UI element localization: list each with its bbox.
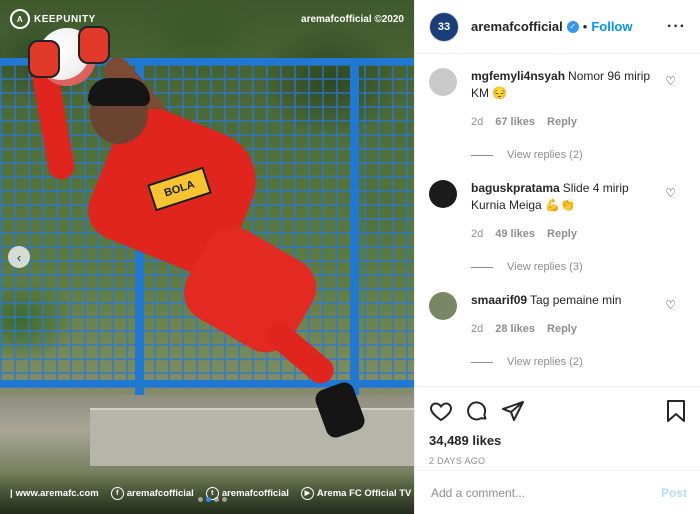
facebook-icon: f [110, 486, 124, 500]
view-replies[interactable]: View replies (2) [471, 147, 661, 164]
comment-likes[interactable]: 67 likes [495, 114, 535, 131]
replies-line [471, 155, 493, 156]
likes-count[interactable]: 34,489 likes [429, 433, 687, 448]
replies-line [471, 362, 493, 363]
photo-top-overlay: A KEEPUNITY aremafcofficial ©2020 [0, 0, 414, 38]
comment-bubble-icon[interactable] [465, 399, 489, 423]
heart-icon[interactable]: ♡ [665, 186, 676, 200]
comment-time[interactable]: 2d [471, 321, 483, 338]
facebook-label: aremafcofficial [126, 487, 194, 499]
more-horizontal-icon[interactable]: ··· [667, 18, 686, 36]
carousel-dot [214, 497, 219, 502]
post-actions: 34,489 likes 2 DAYS AGO [415, 386, 700, 466]
website-label: www.aremafc.com [15, 487, 99, 499]
comment-username[interactable]: smaarif09 [471, 293, 527, 307]
chevron-left-icon[interactable]: ‹ [8, 246, 30, 268]
comment-avatar[interactable] [429, 68, 457, 96]
action-icons [429, 395, 687, 427]
carousel-dot-active [206, 497, 211, 502]
follow-button[interactable]: Follow [591, 19, 632, 34]
view-replies-label: View replies (2) [507, 149, 583, 161]
avatar[interactable]: 33 [429, 11, 459, 42]
view-replies-label: View replies (3) [507, 261, 583, 273]
tv-link: ▶ Arema FC Official TV [300, 486, 412, 500]
goalkeeper-hair [88, 78, 150, 106]
comment-likes[interactable]: 49 likes [495, 226, 535, 243]
comment-username[interactable]: mgfemyli4nsyah [471, 69, 565, 83]
comment-item: mgfemyli4nsyah Nomor 96 mirip KM 😔 2d 67 … [429, 68, 686, 164]
comment-input[interactable] [429, 484, 653, 501]
verified-badge-icon: ✓ [566, 20, 579, 33]
website-link: | www.aremafc.com [10, 488, 99, 499]
photo-bottom-overlay: | www.aremafc.com f aremafcofficial t ar… [0, 472, 414, 514]
view-replies[interactable]: View replies (2) [471, 354, 661, 371]
post-date[interactable]: 2 DAYS AGO [429, 456, 687, 466]
post-username[interactable]: aremafcofficial [471, 19, 563, 34]
add-comment-bar: Post [415, 470, 700, 514]
concrete-curb [90, 408, 414, 466]
brand-text: KEEPUNITY [34, 13, 96, 25]
comment-time[interactable]: 2d [471, 114, 483, 131]
comment-avatar[interactable] [429, 292, 457, 320]
post-photo[interactable]: BOLA A KEEPUNITY aremafcofficial ©2020 ‹… [0, 0, 414, 514]
post-side-panel: 33 aremafcofficial ✓ • Follow ··· mgfemy… [414, 0, 700, 514]
view-replies-label: View replies (2) [507, 356, 583, 368]
post-header: 33 aremafcofficial ✓ • Follow ··· [415, 0, 700, 54]
reply-button[interactable]: Reply [547, 321, 577, 338]
view-replies[interactable]: View replies (3) [471, 259, 661, 276]
comment-item: baguskpratama Slide 4 mirip Kurnia Meiga … [429, 180, 686, 276]
comment-item: smaarif09 Tag pemaine min 2d 28 likes Rep… [429, 292, 686, 371]
replies-line [471, 267, 493, 268]
arema-logo-icon: A [10, 9, 30, 29]
carousel-dot [198, 497, 203, 502]
heart-icon[interactable]: ♡ [665, 298, 676, 312]
tv-label: Arema FC Official TV [316, 487, 412, 499]
comment-time[interactable]: 2d [471, 226, 483, 243]
fence-post [350, 58, 359, 408]
comment-text: Tag pemaine min [530, 293, 622, 307]
tv-icon: ▶ [300, 486, 314, 500]
post-button[interactable]: Post [661, 486, 687, 500]
reply-button[interactable]: Reply [547, 226, 577, 243]
separator: • [582, 19, 588, 34]
photo-copyright: aremafcofficial ©2020 [301, 13, 404, 25]
twitter-label: aremafcofficial [221, 487, 289, 499]
comment-avatar[interactable] [429, 180, 457, 208]
comments-list[interactable]: mgfemyli4nsyah Nomor 96 mirip KM 😔 2d 67 … [415, 54, 700, 384]
carousel-dots [198, 497, 227, 502]
carousel-dot [222, 497, 227, 502]
comment-likes[interactable]: 28 likes [495, 321, 535, 338]
comment-username[interactable]: baguskpratama [471, 181, 560, 195]
instagram-post: BOLA A KEEPUNITY aremafcofficial ©2020 ‹… [0, 0, 700, 514]
facebook-link: f aremafcofficial [110, 486, 194, 500]
globe-icon: | [10, 487, 13, 499]
bookmark-icon[interactable] [665, 399, 687, 423]
reply-button[interactable]: Reply [547, 114, 577, 131]
like-heart-icon[interactable] [429, 399, 453, 423]
glove [28, 40, 60, 78]
share-paper-plane-icon[interactable] [501, 399, 525, 423]
heart-icon[interactable]: ♡ [665, 74, 676, 88]
brand-mark: A KEEPUNITY [10, 9, 96, 29]
